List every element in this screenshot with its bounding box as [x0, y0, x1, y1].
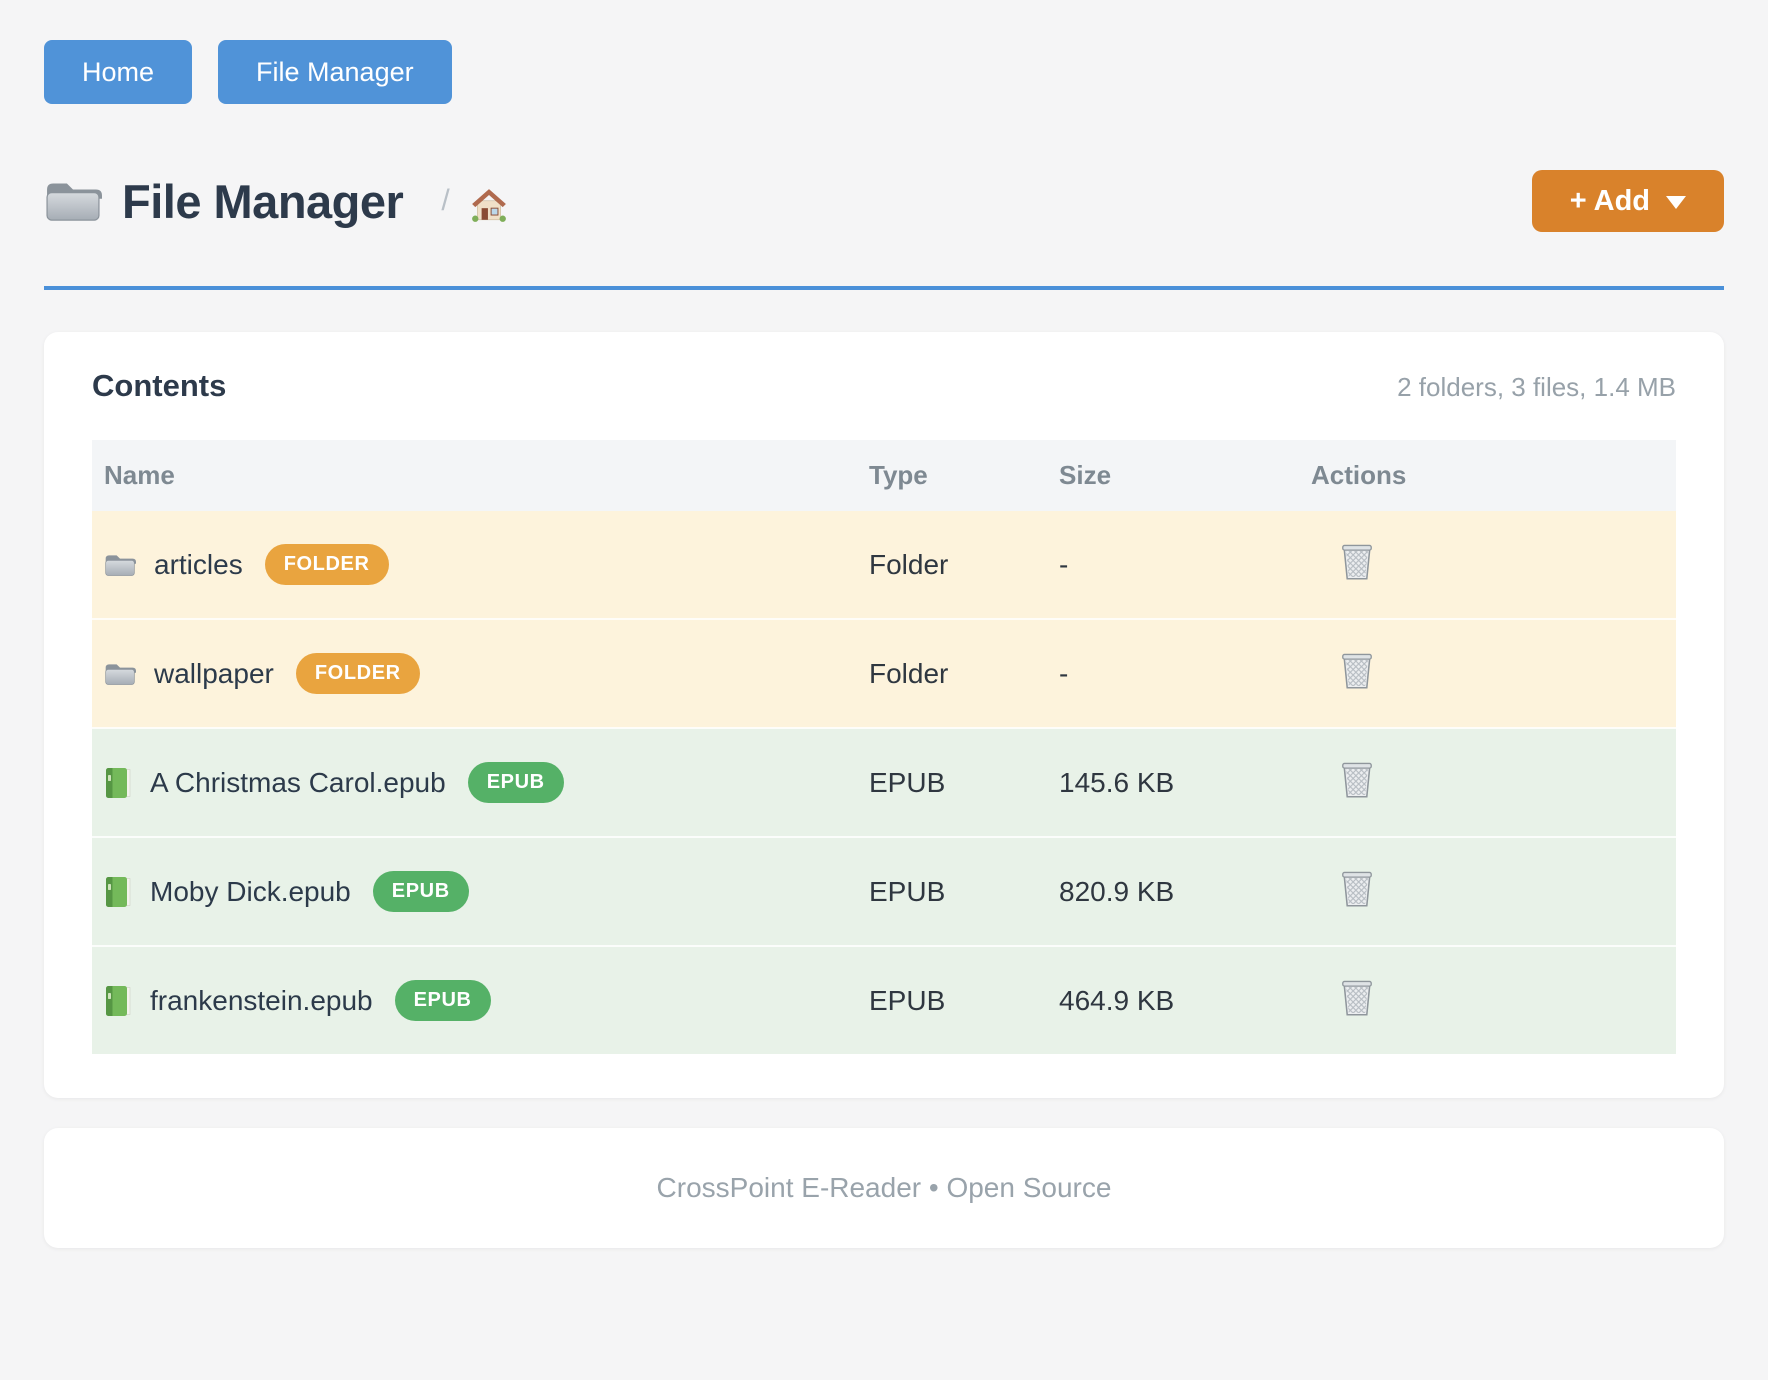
file-size: 145.6 KB	[1047, 728, 1299, 837]
file-size: -	[1047, 511, 1299, 619]
delete-button[interactable]	[1311, 977, 1375, 1017]
file-name[interactable]: wallpaper	[154, 658, 274, 690]
contents-title: Contents	[92, 368, 226, 404]
table-row[interactable]: frankenstein.epub EPUB EPUB 464.9 KB	[92, 946, 1676, 1054]
footer-card: CrossPoint E-Reader • Open Source	[44, 1128, 1724, 1248]
table-row[interactable]: articles FOLDER Folder -	[92, 511, 1676, 619]
breadcrumb-separator: /	[441, 184, 449, 218]
title-group: File Manager /	[44, 174, 508, 229]
home-button[interactable]: Home	[44, 40, 192, 104]
book-icon	[104, 985, 132, 1017]
add-button-label: + Add	[1570, 185, 1650, 218]
delete-button[interactable]	[1311, 541, 1375, 581]
footer-text: CrossPoint E-Reader • Open Source	[44, 1172, 1724, 1204]
contents-card-header: Contents 2 folders, 3 files, 1.4 MB	[92, 368, 1676, 404]
trash-icon	[1339, 759, 1375, 799]
folder-icon	[104, 550, 136, 580]
file-type: EPUB	[857, 837, 1047, 946]
files-table: Name Type Size Actions articles FOLDER F…	[92, 440, 1676, 1054]
folder-icon	[104, 659, 136, 689]
contents-card: Contents 2 folders, 3 files, 1.4 MB Name…	[44, 332, 1724, 1098]
file-name[interactable]: Moby Dick.epub	[150, 876, 351, 908]
trash-icon	[1339, 977, 1375, 1017]
column-header-actions: Actions	[1299, 440, 1676, 511]
file-size: -	[1047, 619, 1299, 728]
epub-badge: EPUB	[373, 871, 469, 912]
delete-button[interactable]	[1311, 868, 1375, 908]
table-row[interactable]: A Christmas Carol.epub EPUB EPUB 145.6 K…	[92, 728, 1676, 837]
file-name[interactable]: articles	[154, 549, 243, 581]
file-type: Folder	[857, 511, 1047, 619]
file-type: EPUB	[857, 946, 1047, 1054]
file-manager-button[interactable]: File Manager	[218, 40, 452, 104]
table-row[interactable]: wallpaper FOLDER Folder -	[92, 619, 1676, 728]
delete-button[interactable]	[1311, 759, 1375, 799]
top-nav: Home File Manager	[44, 40, 1724, 104]
file-manager-page: Home File Manager File Manager / + Add C…	[0, 0, 1768, 1248]
column-header-type: Type	[857, 440, 1047, 511]
page-title: File Manager	[122, 174, 403, 229]
book-icon	[104, 876, 132, 908]
file-name[interactable]: frankenstein.epub	[150, 985, 373, 1017]
epub-badge: EPUB	[468, 762, 564, 803]
trash-icon	[1339, 541, 1375, 581]
title-underline	[44, 286, 1724, 290]
folder-icon	[44, 177, 102, 225]
file-size: 464.9 KB	[1047, 946, 1299, 1054]
page-header: File Manager / + Add	[44, 170, 1724, 232]
house-icon[interactable]	[470, 187, 508, 223]
column-header-size: Size	[1047, 440, 1299, 511]
epub-badge: EPUB	[395, 980, 491, 1021]
trash-icon	[1339, 650, 1375, 690]
table-row[interactable]: Moby Dick.epub EPUB EPUB 820.9 KB	[92, 837, 1676, 946]
trash-icon	[1339, 868, 1375, 908]
contents-summary: 2 folders, 3 files, 1.4 MB	[1397, 372, 1676, 403]
delete-button[interactable]	[1311, 650, 1375, 690]
folder-badge: FOLDER	[265, 544, 389, 585]
column-header-name: Name	[92, 440, 857, 511]
file-size: 820.9 KB	[1047, 837, 1299, 946]
caret-down-icon	[1666, 196, 1686, 209]
table-header-row: Name Type Size Actions	[92, 440, 1676, 511]
file-type: EPUB	[857, 728, 1047, 837]
file-type: Folder	[857, 619, 1047, 728]
add-button[interactable]: + Add	[1532, 170, 1724, 232]
book-icon	[104, 767, 132, 799]
folder-badge: FOLDER	[296, 653, 420, 694]
file-name[interactable]: A Christmas Carol.epub	[150, 767, 446, 799]
